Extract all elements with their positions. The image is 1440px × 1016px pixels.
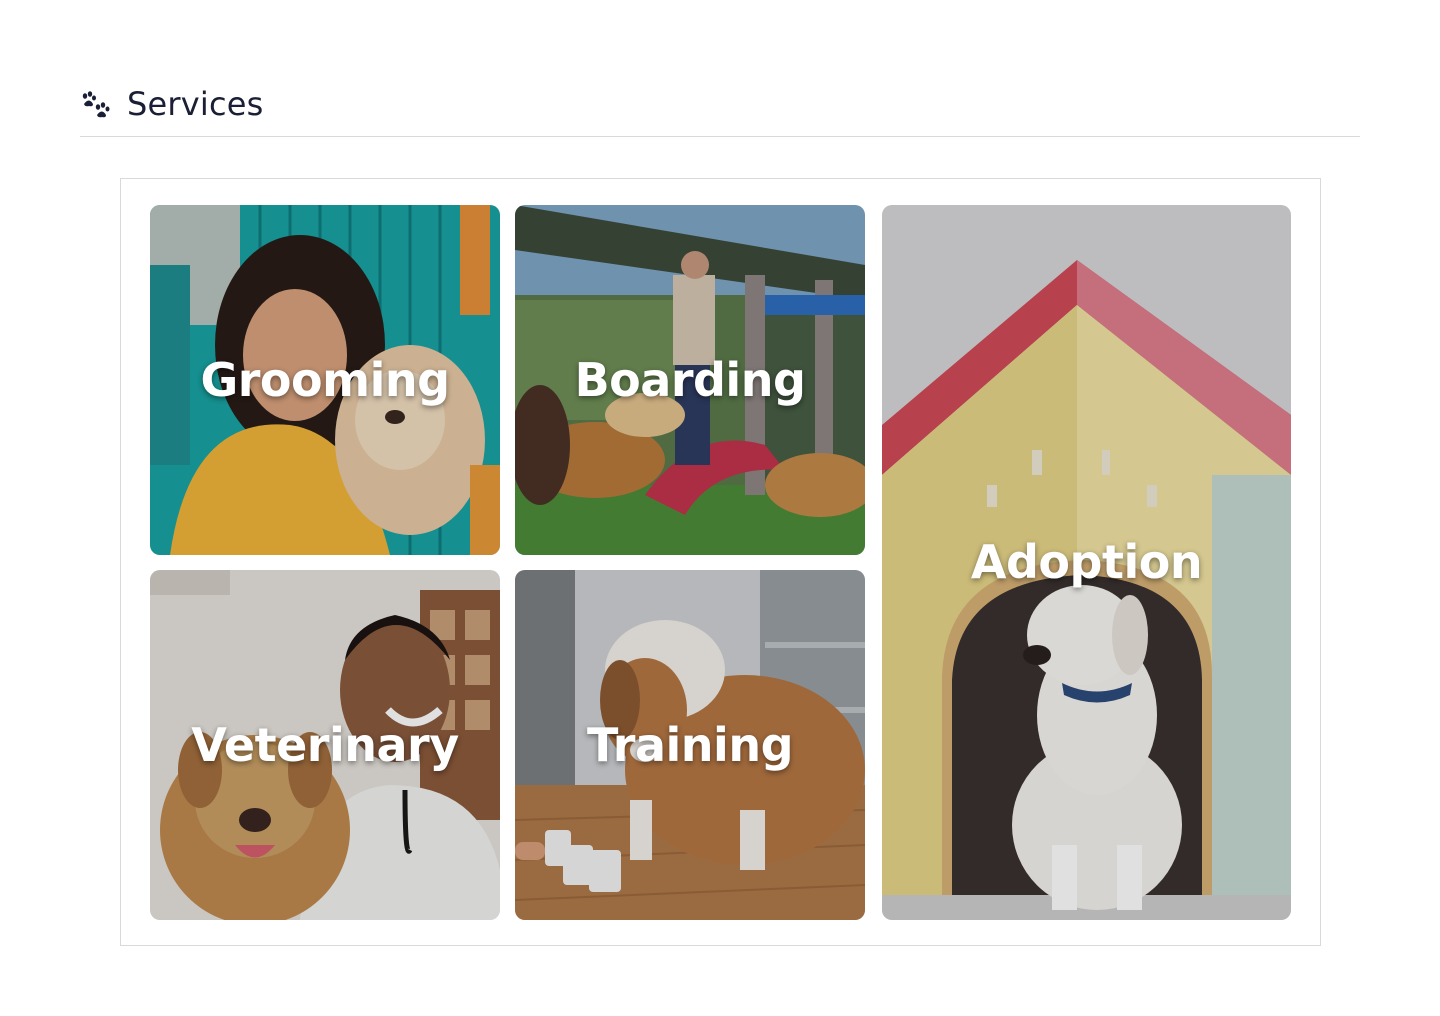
service-tile-training[interactable]: Training	[515, 570, 865, 920]
service-tile-veterinary[interactable]: Veterinary	[150, 570, 500, 920]
service-label: Boarding	[574, 353, 806, 407]
service-label: Training	[586, 718, 794, 772]
service-label: Adoption	[970, 535, 1203, 589]
services-page: Services Grooming Boarding Veterinary Tr…	[0, 0, 1440, 1016]
service-tile-grooming[interactable]: Grooming	[150, 205, 500, 555]
paw-prints-icon	[80, 90, 112, 122]
service-label: Veterinary	[191, 718, 459, 772]
services-header: Services	[80, 82, 1360, 137]
service-tile-boarding[interactable]: Boarding	[515, 205, 865, 555]
page-title: Services	[127, 85, 264, 123]
service-label: Grooming	[200, 353, 450, 407]
service-tile-adoption[interactable]: Adoption	[882, 205, 1291, 920]
services-gallery: Grooming Boarding Veterinary Training Ad…	[120, 178, 1321, 946]
